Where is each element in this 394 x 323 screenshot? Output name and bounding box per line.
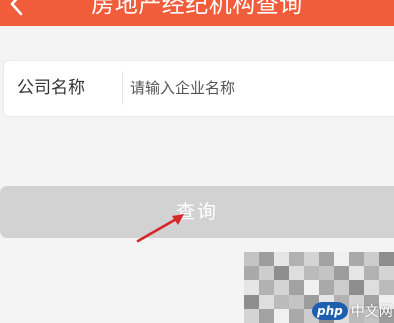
watermark: php 中文网 (312, 300, 393, 322)
mosaic-cell (349, 252, 364, 267)
mosaic-cell (259, 308, 274, 323)
mosaic-cell (379, 252, 394, 267)
mosaic-cell (289, 294, 304, 309)
page-title: 房地产经纪机构查询 (91, 0, 303, 18)
mosaic-cell (244, 294, 259, 309)
mosaic-cell (244, 266, 259, 281)
mosaic-cell (349, 280, 364, 295)
mosaic-cell (259, 294, 274, 309)
mosaic-cell (334, 266, 349, 281)
watermark-text: 中文网 (350, 304, 393, 320)
mosaic-cell (364, 266, 379, 281)
mosaic-cell (334, 280, 349, 295)
mosaic-cell (379, 266, 394, 281)
query-button-label: 查询 (175, 201, 218, 223)
search-form-row: 公司名称 (3, 60, 394, 117)
field-divider (122, 71, 123, 105)
mosaic-cell (319, 252, 334, 267)
mosaic-cell (259, 252, 274, 267)
mosaic-cell (364, 252, 379, 267)
arrow-annotation-icon (136, 214, 184, 243)
mosaic-cell (349, 266, 364, 281)
mosaic-cell (259, 266, 274, 281)
mosaic-cell (274, 308, 289, 323)
mosaic-cell (289, 280, 304, 295)
mosaic-cell (274, 294, 289, 309)
mosaic-cell (244, 252, 259, 267)
company-name-input[interactable] (130, 75, 390, 101)
mosaic-cell (304, 252, 319, 267)
mosaic-cell (334, 252, 349, 267)
mosaic-cell (319, 266, 334, 281)
mosaic-cell (364, 280, 379, 295)
app-header: 房地产经纪机构查询 (0, 0, 394, 26)
mosaic-cell (274, 252, 289, 267)
mosaic-cell (274, 280, 289, 295)
query-button[interactable]: 查询 (0, 186, 394, 238)
mosaic-cell (379, 280, 394, 295)
mosaic-cell (244, 280, 259, 295)
mosaic-cell (289, 252, 304, 267)
watermark-logo: php (312, 302, 348, 320)
mosaic-cell (289, 308, 304, 323)
mosaic-cell (304, 266, 319, 281)
mosaic-cell (304, 280, 319, 295)
mosaic-cell (289, 266, 304, 281)
company-name-label: 公司名称 (17, 78, 85, 98)
mosaic-cell (319, 280, 334, 295)
mosaic-cell (274, 266, 289, 281)
mosaic-cell (244, 308, 259, 323)
mosaic-cell (259, 280, 274, 295)
